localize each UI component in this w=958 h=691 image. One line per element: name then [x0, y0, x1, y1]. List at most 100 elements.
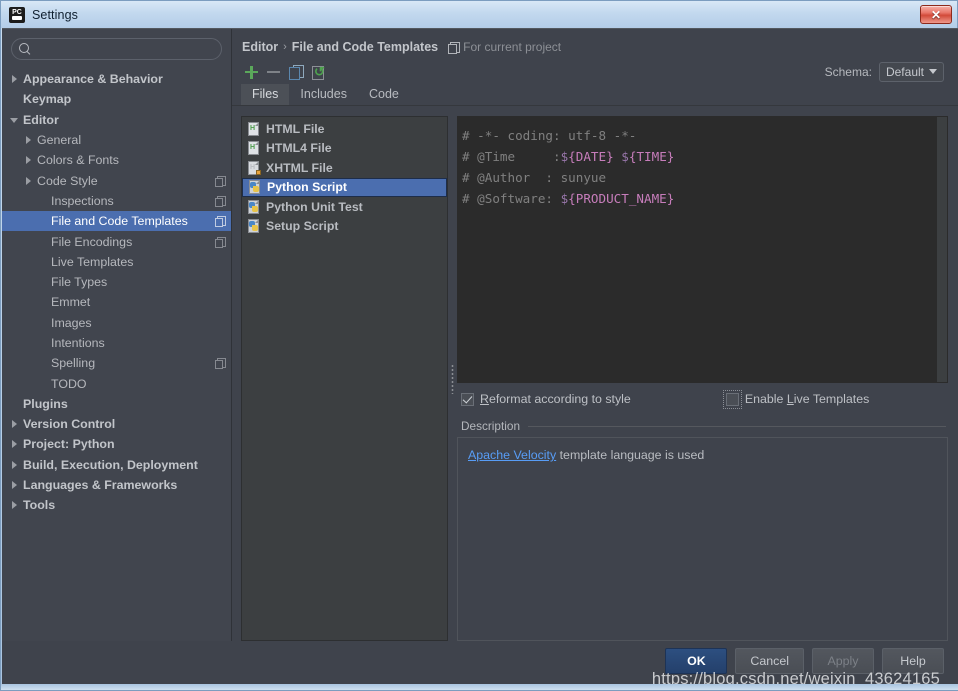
sidebar-item-general[interactable]: General — [2, 130, 231, 150]
chevron-right-icon[interactable] — [10, 500, 20, 510]
panel-splitter[interactable] — [448, 116, 457, 641]
html-file-icon: H — [247, 121, 261, 136]
sidebar-item-languages-frameworks[interactable]: Languages & Frameworks — [2, 475, 231, 495]
reformat-label: Reformat according to style — [480, 392, 631, 406]
copy-settings-icon — [215, 195, 226, 207]
settings-dialog: Appearance & Behavior Keymap Editor General… — [2, 28, 958, 688]
template-list-item[interactable]: H XHTML File — [242, 158, 447, 178]
remove-template-button[interactable] — [263, 62, 285, 82]
sidebar-item-keymap[interactable]: Keymap — [2, 89, 231, 109]
ok-button[interactable]: OK — [665, 648, 728, 674]
search-container — [2, 29, 231, 66]
sidebar-item-inspections[interactable]: Inspections — [2, 191, 231, 211]
sidebar-item-label: Languages & Frameworks — [23, 478, 178, 493]
sidebar-item-label: File Types — [51, 275, 108, 290]
title-bar: PC Settings ✕ — [1, 1, 957, 28]
apply-button[interactable]: Apply — [812, 648, 874, 674]
sidebar-item-code-style[interactable]: Code Style — [2, 170, 231, 190]
sidebar-item-spelling[interactable]: Spelling — [2, 353, 231, 373]
reset-template-button[interactable] — [307, 62, 329, 82]
chevron-right-icon[interactable] — [10, 480, 20, 490]
sidebar-item-todo[interactable]: TODO — [2, 373, 231, 393]
tab-includes[interactable]: Includes — [289, 84, 358, 105]
python-file-icon — [248, 180, 262, 195]
live-templates-checkbox[interactable] — [722, 389, 742, 409]
template-code-editor[interactable]: # -*- coding: utf-8 -*- # @Time :${DATE}… — [457, 116, 948, 383]
reformat-checkbox-row[interactable]: Reformat according to style — [461, 392, 631, 406]
copy-settings-icon — [215, 175, 226, 187]
sidebar-item-editor[interactable]: Editor — [2, 110, 231, 130]
html-file-icon: H — [247, 141, 261, 156]
close-button[interactable]: ✕ — [920, 5, 952, 24]
search-input[interactable] — [35, 42, 221, 56]
sidebar-item-build-execution-deployment[interactable]: Build, Execution, Deployment — [2, 455, 231, 475]
template-list-item[interactable]: Setup Script — [242, 217, 447, 237]
search-box[interactable] — [11, 38, 222, 60]
copy-template-button[interactable] — [285, 62, 307, 82]
chevron-right-icon[interactable] — [10, 439, 20, 449]
tab-code[interactable]: Code — [358, 84, 410, 105]
template-list-item-label: Setup Script — [266, 219, 339, 234]
live-templates-checkbox-row[interactable]: Enable Live Templates — [722, 389, 870, 409]
dialog-content: Appearance & Behavior Keymap Editor General… — [2, 29, 958, 641]
code-scrollbar[interactable] — [937, 117, 947, 382]
schema-dropdown[interactable]: Default — [878, 61, 944, 82]
sidebar-item-file-and-code-templates[interactable]: File and Code Templates — [2, 211, 231, 232]
chevron-right-icon[interactable] — [24, 155, 34, 165]
sidebar-item-tools[interactable]: Tools — [2, 495, 231, 515]
sidebar-item-live-templates[interactable]: Live Templates — [2, 252, 231, 272]
sidebar-item-intentions[interactable]: Intentions — [2, 333, 231, 353]
sidebar-item-label: Inspections — [51, 193, 114, 208]
chevron-right-icon[interactable] — [10, 460, 20, 470]
chevron-right-icon[interactable] — [10, 74, 20, 84]
sidebar-item-version-control[interactable]: Version Control — [2, 414, 231, 434]
sidebar-item-label: Plugins — [23, 396, 68, 411]
sidebar-item-label: Colors & Fonts — [37, 153, 119, 168]
description-rest: template language is used — [556, 448, 705, 462]
sidebar-item-file-encodings[interactable]: File Encodings — [2, 231, 231, 251]
sidebar-item-file-types[interactable]: File Types — [2, 272, 231, 292]
chevron-right-icon[interactable] — [24, 135, 34, 145]
live-templates-label-mnemonic: L — [786, 392, 794, 406]
chevron-down-icon — [929, 69, 937, 74]
template-list-item[interactable]: Python Unit Test — [242, 197, 447, 217]
schema-control: Schema: Default — [825, 61, 948, 82]
settings-sidebar: Appearance & Behavior Keymap Editor General… — [2, 29, 232, 641]
reformat-checkbox[interactable] — [461, 392, 474, 406]
template-list-item[interactable]: Python Script — [242, 177, 447, 197]
description-title: Description — [461, 419, 521, 433]
sidebar-item-label: Keymap — [23, 92, 72, 107]
sidebar-item-label: Code Style — [37, 173, 98, 188]
python-file-icon — [247, 199, 261, 214]
sidebar-item-label: Project: Python — [23, 437, 115, 452]
copy-settings-icon — [215, 358, 226, 370]
live-templates-label-text: ive Templates — [793, 392, 870, 406]
sidebar-item-images[interactable]: Images — [2, 313, 231, 333]
sidebar-item-colors-fonts[interactable]: Colors & Fonts — [2, 150, 231, 170]
template-file-list[interactable]: H HTML File H HTML4 File H XHTML File Python S… — [241, 116, 448, 641]
chevron-right-icon[interactable] — [10, 419, 20, 429]
sidebar-item-label: Appearance & Behavior — [23, 72, 163, 87]
chevron-right-icon[interactable] — [24, 176, 34, 186]
sidebar-item-emmet[interactable]: Emmet — [2, 292, 231, 312]
sidebar-item-appearance-behavior[interactable]: Appearance & Behavior — [2, 69, 231, 89]
breadcrumb-separator: › — [283, 41, 287, 53]
sidebar-item-plugins[interactable]: Plugins — [2, 394, 231, 414]
sidebar-item-project-python[interactable]: Project: Python — [2, 434, 231, 454]
help-button[interactable]: Help — [882, 648, 944, 674]
sidebar-item-label: Images — [51, 315, 92, 330]
template-list-item[interactable]: H HTML File — [242, 119, 447, 139]
breadcrumb: Editor › File and Code Templates For cur… — [232, 29, 958, 57]
chevron-down-icon[interactable] — [10, 115, 20, 125]
apache-velocity-link[interactable]: Apache Velocity — [468, 448, 556, 462]
template-list-item[interactable]: H HTML4 File — [242, 139, 447, 159]
copy-settings-icon — [215, 216, 226, 228]
tab-files[interactable]: Files — [241, 84, 290, 105]
breadcrumb-parent[interactable]: Editor — [242, 40, 278, 54]
add-template-button[interactable] — [241, 62, 263, 82]
cancel-button[interactable]: Cancel — [735, 648, 804, 674]
settings-detail-pane: Editor › File and Code Templates For cur… — [232, 29, 958, 641]
